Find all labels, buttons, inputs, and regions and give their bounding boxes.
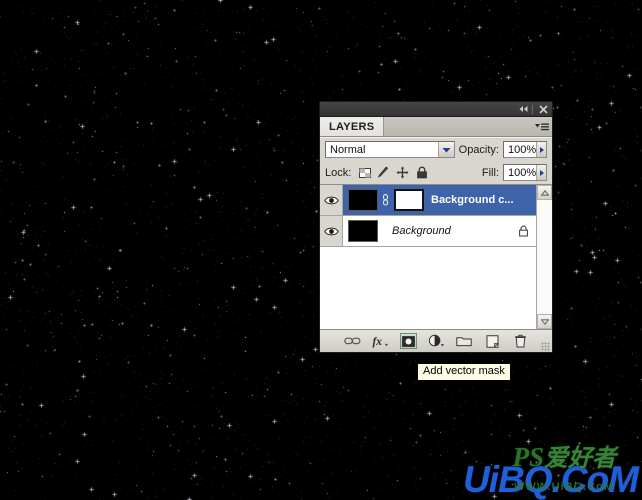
- layers-empty-area: [320, 247, 536, 329]
- svg-text:fx: fx: [372, 336, 382, 348]
- close-panel-button[interactable]: [536, 103, 550, 115]
- tab-layers[interactable]: LAYERS: [320, 117, 385, 136]
- layer-visibility-toggle[interactable]: [320, 216, 343, 246]
- layer-mask-thumbnail[interactable]: [394, 189, 424, 211]
- fill-slider-arrow[interactable]: [536, 165, 546, 180]
- folder-icon: [456, 337, 472, 347]
- panel-menu-icon: [535, 123, 549, 130]
- chevron-down-icon: [442, 147, 451, 152]
- chevron-up-icon: [540, 189, 549, 196]
- fill-label: Fill:: [481, 166, 499, 179]
- scroll-down-button[interactable]: [537, 314, 552, 329]
- tooltip: Add vector mask: [417, 363, 511, 381]
- right-triangle-icon: [539, 146, 544, 153]
- titlebar-separator: [532, 104, 533, 114]
- new-group-button[interactable]: [456, 333, 473, 349]
- layers-rows: Background c... Background: [320, 185, 536, 329]
- lock-icon-group: [358, 166, 428, 179]
- add-vector-mask-icon: [401, 335, 415, 347]
- blend-mode-dropdown-arrow[interactable]: [437, 142, 454, 157]
- lock-fill-row: Lock: Fill: 100%: [320, 161, 552, 184]
- tab-strip-filler: [384, 117, 532, 136]
- opacity-field[interactable]: 100%: [503, 141, 547, 158]
- lock-all-icon[interactable]: [415, 166, 428, 179]
- chain-link-icon: [382, 194, 389, 206]
- eye-icon: [323, 227, 339, 235]
- half-filled-circle-icon: [428, 334, 444, 347]
- blend-opacity-row: Normal Opacity: 100%: [320, 138, 552, 161]
- panel-tab-strip: LAYERS: [320, 117, 552, 137]
- layer-visibility-toggle[interactable]: [320, 185, 343, 215]
- layers-scrollbar[interactable]: [536, 185, 552, 329]
- watermark-url: WWW.UiBQ.CoM: [514, 481, 614, 493]
- fill-value: 100%: [508, 166, 537, 179]
- lock-label: Lock:: [325, 166, 352, 179]
- layer-name: Background c...: [431, 194, 514, 206]
- resize-grip[interactable]: [541, 342, 550, 351]
- layers-panel: LAYERS Normal Opacity: 100% Lock: Fill: …: [320, 102, 552, 352]
- panel-titlebar: [320, 102, 552, 117]
- chain-link-icon: [343, 337, 360, 345]
- close-icon: [538, 104, 548, 114]
- lock-image-pixels-icon[interactable]: [377, 166, 390, 179]
- panel-footer-toolbar: fx: [320, 330, 552, 352]
- fill-field[interactable]: 100%: [503, 164, 547, 181]
- double-left-arrows-icon: [519, 106, 527, 112]
- link-layers-button[interactable]: [343, 333, 361, 349]
- new-layer-button[interactable]: [484, 333, 501, 349]
- layer-name: Background: [392, 225, 451, 237]
- chevron-down-icon: [540, 318, 549, 325]
- table-row[interactable]: Background c...: [320, 185, 536, 216]
- scroll-up-button[interactable]: [537, 185, 552, 200]
- add-layer-style-button[interactable]: fx: [372, 333, 389, 349]
- layers-list: Background c... Background: [320, 184, 552, 330]
- table-row[interactable]: Background: [320, 216, 536, 247]
- collapse-to-icons-button[interactable]: [516, 103, 530, 115]
- blend-mode-select[interactable]: Normal: [325, 141, 455, 158]
- opacity-value: 100%: [508, 143, 537, 156]
- layer-thumbnail[interactable]: [348, 189, 378, 211]
- lock-transparent-pixels-icon[interactable]: [358, 166, 371, 179]
- eye-icon: [323, 196, 339, 204]
- blend-mode-value: Normal: [330, 143, 366, 156]
- tab-layers-label: LAYERS: [329, 120, 375, 133]
- layer-mask-link-icon[interactable]: [381, 194, 390, 206]
- opacity-label: Opacity:: [458, 143, 499, 156]
- add-layer-mask-button[interactable]: [399, 333, 417, 349]
- delete-layer-button[interactable]: [512, 333, 529, 349]
- lock-position-icon[interactable]: [396, 166, 409, 179]
- layer-locked-badge: [518, 225, 529, 237]
- new-fill-adjustment-layer-button[interactable]: [428, 333, 445, 349]
- trash-icon: [514, 334, 526, 348]
- new-page-icon: [486, 334, 499, 348]
- right-triangle-icon: [539, 169, 544, 176]
- fx-icon: fx: [372, 336, 388, 348]
- layer-thumbnail[interactable]: [348, 220, 378, 242]
- lock-icon: [519, 225, 528, 237]
- scrollbar-track[interactable]: [537, 200, 552, 314]
- panel-body: Normal Opacity: 100% Lock: Fill: 100% Ba…: [320, 137, 552, 352]
- panel-menu-button[interactable]: [532, 117, 552, 136]
- opacity-slider-arrow[interactable]: [536, 142, 546, 157]
